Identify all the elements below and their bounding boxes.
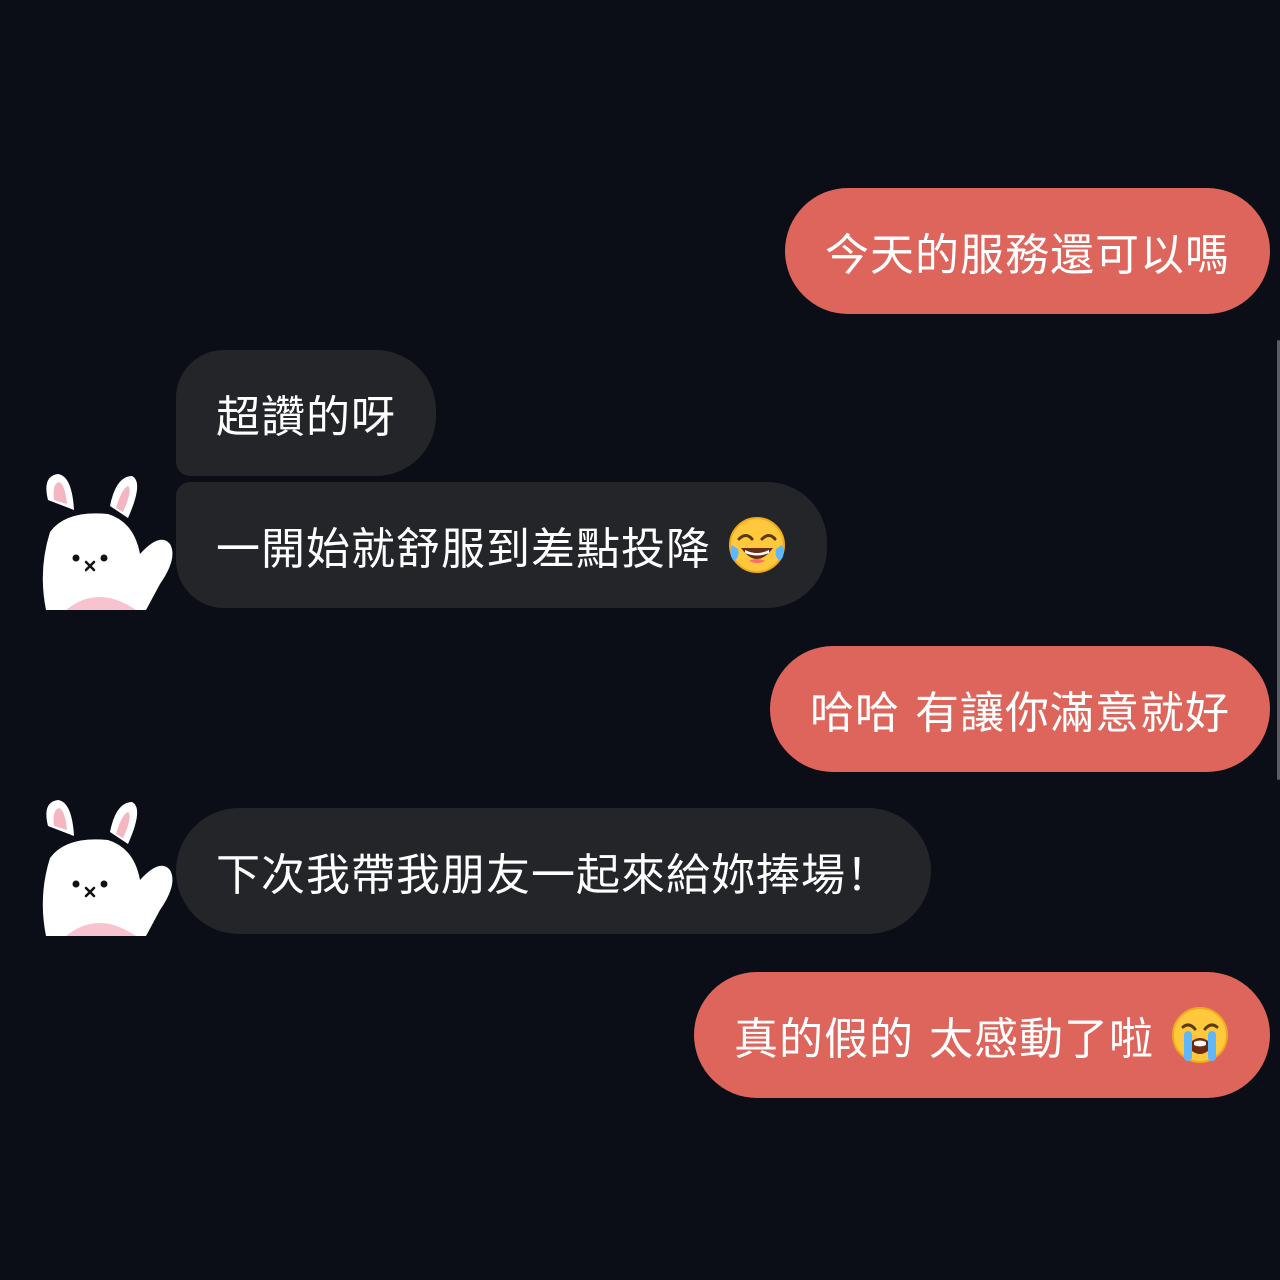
message-text: 真的假的 太感動了啦 — [734, 1014, 1154, 1065]
message-bubble-incoming[interactable]: 下次我帶我朋友一起來給妳捧場！ — [176, 808, 931, 934]
message-bubble-outgoing[interactable]: 真的假的 太感動了啦 — [694, 972, 1270, 1098]
message-bubble-outgoing[interactable]: 今天的服務還可以嗎 — [785, 188, 1270, 314]
message-bubble-outgoing[interactable]: 哈哈 有讓你滿意就好 — [770, 646, 1270, 772]
white-bunny-waving-icon — [42, 474, 173, 610]
loudly-crying-face-icon — [1172, 1007, 1228, 1063]
message-text: 一開始就舒服到差點投降 — [216, 524, 711, 575]
message-bubble-incoming[interactable]: 超讚的呀 — [176, 350, 436, 476]
face-with-tears-of-joy-icon — [729, 517, 785, 573]
message-bubble-incoming[interactable]: 一開始就舒服到差點投降 — [176, 482, 827, 608]
message-text: 超讚的呀 — [216, 392, 396, 443]
message-text: 今天的服務還可以嗎 — [825, 230, 1230, 281]
chat-thread: 今天的服務還可以嗎 超讚的呀 一開始就舒服到差點投降 哈哈 有讓你滿意就好 下次… — [0, 0, 1280, 1280]
message-text: 下次我帶我朋友一起來給妳捧場！ — [216, 850, 891, 901]
white-bunny-waving-icon — [42, 800, 173, 936]
message-text: 哈哈 有讓你滿意就好 — [810, 688, 1230, 739]
